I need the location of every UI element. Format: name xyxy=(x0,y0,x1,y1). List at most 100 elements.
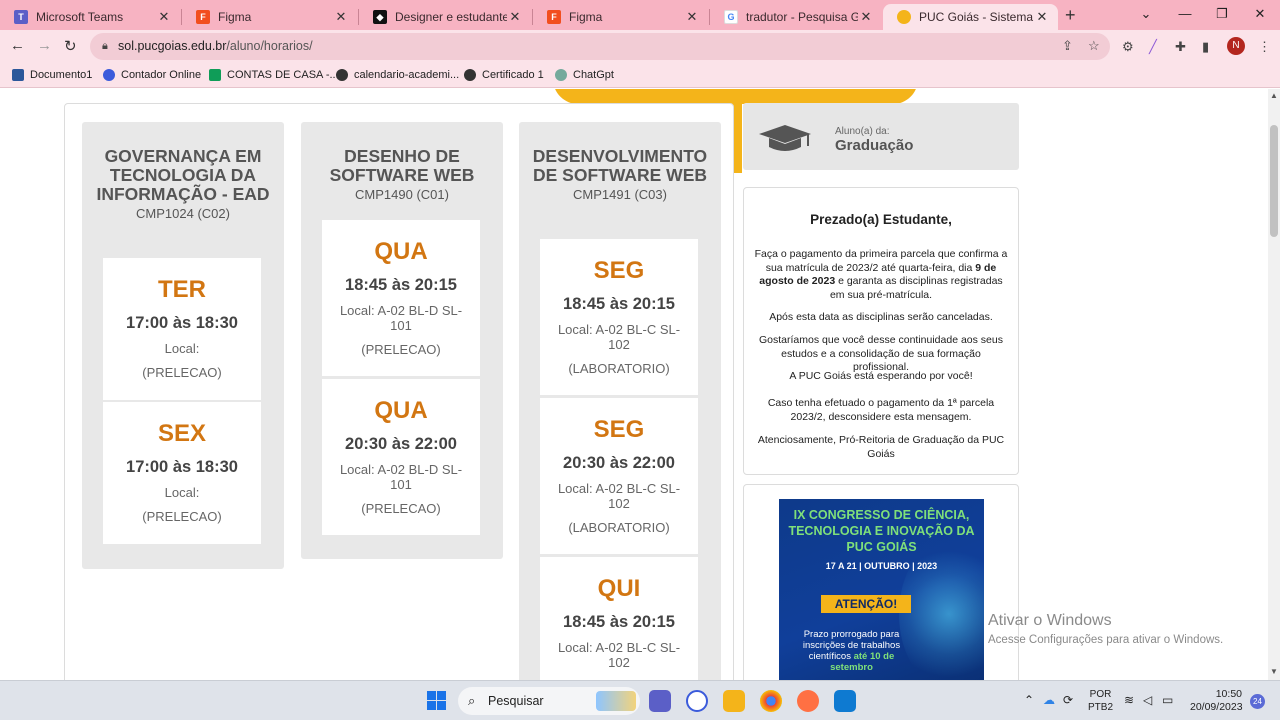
sync-icon[interactable]: ⟳ xyxy=(1063,693,1073,707)
profile-avatar[interactable]: N xyxy=(1227,37,1245,55)
congress-poster[interactable]: IX CONGRESSO DE CIÊNCIA, TECNOLOGIA E IN… xyxy=(779,499,984,680)
lang-line-2: PTB2 xyxy=(1088,702,1114,713)
poster-text: Prazo prorrogado para inscrições de trab… xyxy=(789,629,914,673)
puc-icon xyxy=(897,10,911,24)
tab-close-icon[interactable]: ✕ xyxy=(1034,9,1050,25)
bookmark-calendario[interactable]: calendario-academi... xyxy=(336,69,459,81)
input-language[interactable]: POR PTB2 xyxy=(1088,688,1113,714)
taskbar-clock[interactable]: 10:50 20/09/2023 xyxy=(1190,688,1243,714)
class-slot: QUA 20:30 às 22:00 Local: A-02 BL-D SL-1… xyxy=(322,379,480,535)
tab-figma-1[interactable]: F Figma ✕ xyxy=(182,4,357,30)
course-code: CMP1490 (C01) xyxy=(355,187,449,202)
wifi-icon[interactable]: ≋ xyxy=(1124,693,1134,707)
scroll-down-icon[interactable]: ▼ xyxy=(1270,667,1278,676)
file-explorer-icon[interactable] xyxy=(723,690,745,712)
tab-google[interactable]: G tradutor - Pesquisa Google ✕ xyxy=(710,4,882,30)
slot-day: SEX xyxy=(157,420,207,447)
bookmarks-bar: Documento1 Contador Online CONTAS DE CAS… xyxy=(0,63,1280,88)
windows-taskbar: ⌕ Pesquisar ⌃ ☁ ⟳ POR PTB2 ≋ ◁ ▭ 10:50 20/… xyxy=(0,680,1280,720)
tab-close-icon[interactable]: ✕ xyxy=(333,9,349,25)
chrome-icon[interactable] xyxy=(760,690,782,712)
bookmark-star-icon[interactable]: ☆ xyxy=(1088,38,1100,54)
tab-close-icon[interactable]: ✕ xyxy=(858,9,874,25)
slot-day: QUI xyxy=(597,575,641,602)
tab-label: Microsoft Teams xyxy=(36,10,124,24)
bookmark-label: Contador Online xyxy=(121,69,202,81)
course-code: CMP1491 (C03) xyxy=(573,187,667,202)
onedrive-icon[interactable]: ☁ xyxy=(1043,693,1055,707)
notice-text: e garanta as disciplinas registradas em … xyxy=(829,275,1003,301)
page-scrollbar[interactable]: ▲ ▼ xyxy=(1268,89,1280,680)
teams-icon: T xyxy=(14,10,28,24)
tab-designer[interactable]: ◆ Designer e estudante?. Saib ✕ xyxy=(359,4,531,30)
back-icon[interactable]: ← xyxy=(10,37,25,54)
tab-teams[interactable]: T Microsoft Teams ✕ xyxy=(0,4,180,30)
schedule-card: GOVERNANÇA EM TECNOLOGIA DA INFORMAÇÃO -… xyxy=(64,103,734,680)
extension-gear-icon[interactable]: ⚙ xyxy=(1122,39,1134,55)
scroll-up-icon[interactable]: ▲ xyxy=(1270,91,1278,100)
slot-day: TER xyxy=(158,276,206,303)
course-name: DESENHO DE SOFTWARE WEB xyxy=(329,146,475,185)
slot-time: 20:30 às 22:00 xyxy=(345,435,457,453)
tab-close-icon[interactable]: ✕ xyxy=(507,9,523,25)
bookmark-certificado[interactable]: Certificado 1 xyxy=(464,69,544,81)
header-decoration xyxy=(553,89,918,104)
bookmark-label: Documento1 xyxy=(30,69,93,81)
bookmark-documento1[interactable]: Documento1 xyxy=(12,69,92,81)
taskbar-search[interactable]: ⌕ Pesquisar xyxy=(458,687,640,715)
battery-icon[interactable]: ▭ xyxy=(1162,693,1173,707)
tab-label: Designer e estudante?. Saib xyxy=(395,10,507,24)
globe-icon xyxy=(336,69,348,81)
class-slot: SEX 17:00 às 18:30 Local: (PRELECAO) xyxy=(103,402,261,544)
notice-paragraph: A PUC Goiás está esperando por você! xyxy=(789,370,973,382)
copilot-icon[interactable] xyxy=(686,690,708,712)
notification-badge[interactable]: 24 xyxy=(1250,694,1265,709)
tab-strip: T Microsoft Teams ✕ F Figma ✕ ◆ Designer… xyxy=(0,0,1280,30)
bookmark-contas[interactable]: CONTAS DE CASA -... xyxy=(209,69,339,81)
course-name: DESENVOLVIMENTO DE SOFTWARE WEB xyxy=(532,146,708,185)
bookmark-chatgpt[interactable]: ChatGpt xyxy=(555,69,614,81)
bookmark-label: Certificado 1 xyxy=(482,69,544,81)
teams-chat-icon[interactable] xyxy=(649,690,671,712)
vscode-icon[interactable] xyxy=(834,690,856,712)
scrollbar-thumb[interactable] xyxy=(1270,125,1278,237)
maximize-icon[interactable]: ❐ xyxy=(1212,6,1232,22)
tab-close-icon[interactable]: ✕ xyxy=(684,9,700,25)
forward-icon[interactable]: → xyxy=(37,37,52,54)
tab-label: tradutor - Pesquisa Google xyxy=(746,10,858,24)
minimize-icon[interactable]: — xyxy=(1175,6,1195,21)
tab-figma-2[interactable]: F Figma ✕ xyxy=(533,4,708,30)
tray-expand-icon[interactable]: ⌃ xyxy=(1024,693,1034,707)
bookmark-label: ChatGpt xyxy=(573,69,614,81)
extensions-puzzle-icon[interactable]: ✚ xyxy=(1175,39,1186,55)
tab-close-icon[interactable]: ✕ xyxy=(156,9,172,25)
slot-type: (PRELECAO) xyxy=(142,365,222,380)
poster-title: IX CONGRESSO DE CIÊNCIA, TECNOLOGIA E IN… xyxy=(788,508,975,554)
notice-paragraph: Gostaríamos que você desse continuidade … xyxy=(759,334,1003,373)
reload-icon[interactable]: ↻ xyxy=(64,37,77,55)
new-tab-button[interactable]: + xyxy=(1065,5,1076,26)
slot-time: 17:00 às 18:30 xyxy=(126,458,238,476)
class-slot: QUI 18:45 às 20:15 Local: A-02 BL-C SL-1… xyxy=(540,557,698,680)
pen-extension-icon[interactable]: ╱ xyxy=(1149,39,1157,55)
student-level-card: Aluno(a) da: Graduação xyxy=(743,103,1019,170)
menu-kebab-icon[interactable]: ⋮ xyxy=(1258,39,1271,55)
lock-icon[interactable]: 🔒︎ xyxy=(102,40,108,53)
poster-dates: 17 A 21 | OUTUBRO | 2023 xyxy=(825,561,938,571)
slot-location: Local: A-02 BL-C SL-102 xyxy=(557,481,681,511)
slot-type: (PRELECAO) xyxy=(361,342,441,357)
volume-icon[interactable]: ◁ xyxy=(1143,693,1152,707)
tab-search-icon[interactable]: ⌄ xyxy=(1136,6,1156,22)
bookmark-contador[interactable]: Contador Online xyxy=(103,69,201,81)
address-bar[interactable]: 🔒︎ sol.pucgoias.edu.br/aluno/horarios/ ⇪… xyxy=(90,33,1110,60)
poster-attention: ATENÇÃO! xyxy=(821,595,911,613)
slot-day: QUA xyxy=(374,238,428,265)
close-window-icon[interactable]: ✕ xyxy=(1250,6,1270,22)
start-button[interactable] xyxy=(427,691,446,710)
taskbar-search-label: Pesquisar xyxy=(488,694,544,708)
course-code: CMP1024 (C02) xyxy=(136,206,230,221)
share-icon[interactable]: ⇪ xyxy=(1062,38,1073,54)
tab-puc-goias[interactable]: PUC Goiás - Sistema Aluno ✕ xyxy=(883,4,1058,30)
app-icon[interactable] xyxy=(797,690,819,712)
side-panel-icon[interactable]: ▮ xyxy=(1202,39,1209,55)
